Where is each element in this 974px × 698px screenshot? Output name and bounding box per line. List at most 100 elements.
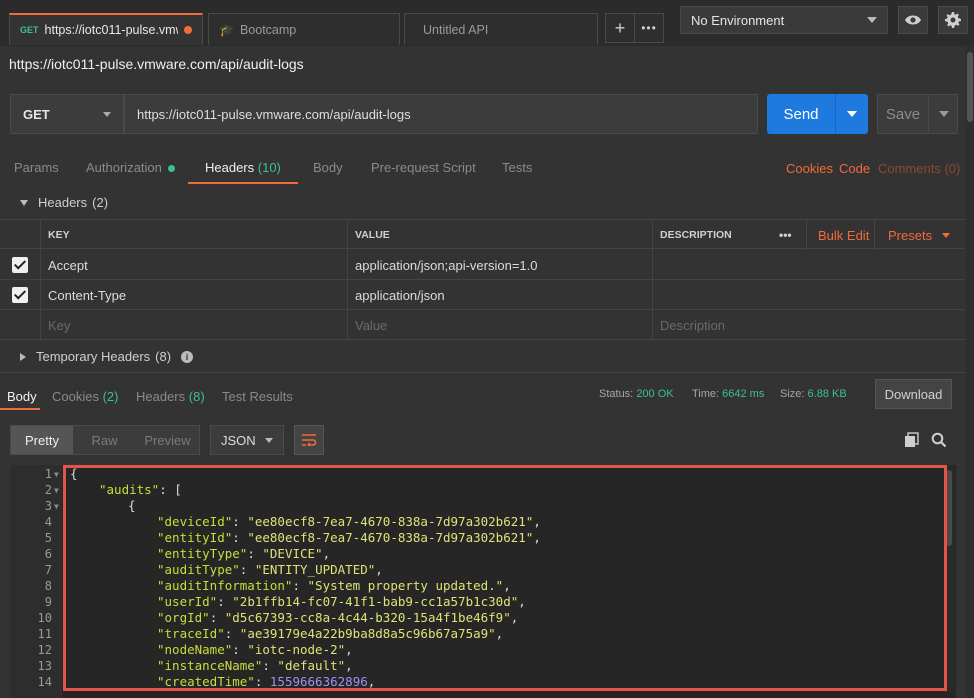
tab-authorization[interactable]: Authorization: [86, 160, 175, 175]
more-dots-icon[interactable]: •••: [772, 220, 806, 250]
code-link[interactable]: Code: [839, 161, 870, 176]
header-key-cell[interactable]: Content-Type: [40, 280, 347, 310]
download-button[interactable]: Download: [875, 379, 952, 409]
line-number: 5: [44, 531, 52, 545]
column-value: VALUE: [347, 220, 652, 250]
save-options-chevron-icon[interactable]: [939, 111, 949, 117]
request-tab-active[interactable]: GET https://iotc011-pulse.vmwa: [9, 13, 203, 45]
new-key-input[interactable]: Key: [40, 310, 347, 340]
response-tab-test-results[interactable]: Test Results: [222, 389, 293, 404]
highlight-annotation-box: [63, 465, 947, 691]
line-number: 10: [37, 611, 52, 625]
tab-tests[interactable]: Tests: [502, 160, 532, 175]
divider: [835, 94, 836, 134]
response-cookies-count: (2): [102, 389, 119, 404]
tab-more-button[interactable]: •••: [634, 13, 664, 43]
tab-label: Bootcamp: [239, 22, 297, 37]
url-value: https://iotc011-pulse.vmware.com/api/aud…: [137, 106, 411, 122]
view-preview-button[interactable]: Preview: [136, 426, 199, 454]
gear-icon: [945, 12, 961, 28]
line-number: 12: [37, 643, 52, 657]
headers-section-toggle[interactable]: Headers (2): [20, 195, 108, 210]
language-select[interactable]: JSON: [210, 425, 284, 455]
unsaved-dot-icon: [184, 26, 192, 34]
header-value-cell[interactable]: application/json: [347, 280, 652, 310]
method-label: GET: [23, 106, 50, 122]
table-row: Content-Type application/json: [0, 280, 966, 310]
comments-link[interactable]: Comments (0): [878, 161, 960, 176]
more-dots-icon: •••: [641, 21, 657, 35]
request-title: https://iotc011-pulse.vmware.com/api/aud…: [9, 56, 304, 72]
method-select[interactable]: GET: [10, 94, 124, 134]
divider: [928, 95, 929, 133]
eye-icon: [905, 15, 921, 25]
row-checkbox[interactable]: [0, 250, 40, 280]
time-readout: Time: 6642 ms: [692, 388, 764, 400]
response-headers-label: Headers: [136, 389, 186, 404]
page-scrollbar-thumb[interactable]: [967, 52, 973, 122]
presets-dropdown[interactable]: Presets: [874, 220, 966, 250]
response-cookies-label: Cookies: [52, 389, 99, 404]
language-label: JSON: [221, 432, 256, 448]
copy-button[interactable]: [904, 432, 920, 451]
line-number: 11: [37, 627, 52, 641]
send-label: Send: [783, 105, 819, 123]
response-tab-cookies[interactable]: Cookies (2): [52, 389, 118, 404]
manage-environments-button[interactable]: [938, 6, 968, 34]
request-tab-untitled[interactable]: Untitled API: [404, 13, 598, 45]
environment-quick-look-button[interactable]: [898, 6, 928, 34]
send-options-chevron-icon[interactable]: [847, 111, 857, 117]
fold-caret-icon[interactable]: ▼: [54, 483, 59, 499]
info-icon[interactable]: i: [181, 350, 194, 363]
tab-prerequest-script[interactable]: Pre-request Script: [371, 160, 476, 175]
chevron-down-icon: [103, 111, 111, 117]
send-button[interactable]: Send: [767, 94, 868, 134]
row-checkbox[interactable]: [0, 280, 40, 310]
tab-headers[interactable]: Headers (10): [205, 160, 281, 175]
presets-label: Presets: [888, 227, 933, 243]
line-number: 1: [44, 467, 52, 481]
size-readout: Size: 6.88 KB: [780, 388, 847, 400]
response-tab-headers[interactable]: Headers (8): [136, 389, 205, 404]
header-value-cell[interactable]: application/json;api-version=1.0: [347, 250, 652, 280]
header-description-cell[interactable]: [652, 280, 966, 310]
chevron-down-icon: [942, 232, 951, 238]
status-label: Status:: [599, 388, 634, 400]
save-button[interactable]: Save: [877, 94, 958, 134]
headers-section-count: (2): [92, 195, 109, 210]
fold-caret-icon[interactable]: ▼: [54, 499, 59, 515]
view-raw-button[interactable]: Raw: [73, 426, 136, 454]
response-tab-body[interactable]: Body: [7, 389, 37, 404]
table-row: Accept application/json;api-version=1.0: [0, 250, 966, 280]
divider: [0, 372, 974, 373]
new-value-input[interactable]: Value: [347, 310, 652, 340]
checkbox-checked-icon: [12, 257, 28, 273]
column-description: DESCRIPTION: [652, 220, 772, 250]
temporary-headers-toggle[interactable]: Temporary Headers (8) i: [20, 349, 194, 364]
cookies-link[interactable]: Cookies: [786, 161, 833, 176]
line-number: 14: [37, 675, 52, 689]
header-key-cell[interactable]: Accept: [40, 250, 347, 280]
search-button[interactable]: [931, 432, 947, 451]
header-description-cell[interactable]: [652, 250, 966, 280]
save-label: Save: [885, 105, 921, 123]
tab-params[interactable]: Params: [14, 160, 59, 175]
tab-label: Untitled API: [423, 22, 489, 37]
wrap-lines-button[interactable]: [294, 425, 324, 455]
bulk-edit-link[interactable]: Bulk Edit: [806, 220, 874, 250]
size-label: Size:: [780, 388, 805, 400]
new-tab-button[interactable]: +: [605, 13, 635, 43]
tab-body[interactable]: Body: [313, 160, 343, 175]
url-input[interactable]: https://iotc011-pulse.vmware.com/api/aud…: [124, 94, 758, 134]
view-pretty-button[interactable]: Pretty: [11, 426, 73, 454]
new-description-input[interactable]: Description: [652, 310, 966, 340]
size-value: 6.88 KB: [807, 388, 847, 400]
table-row-new: Key Value Description: [0, 310, 966, 340]
line-number: 13: [37, 659, 52, 673]
request-tab-bootcamp[interactable]: 🎓 Bootcamp: [208, 13, 400, 45]
fold-caret-icon[interactable]: ▼: [54, 467, 59, 483]
environment-select[interactable]: No Environment: [680, 6, 888, 34]
wrap-lines-icon: [302, 434, 317, 446]
active-tab-indicator: [188, 182, 298, 184]
page-scrollbar[interactable]: [965, 46, 974, 698]
